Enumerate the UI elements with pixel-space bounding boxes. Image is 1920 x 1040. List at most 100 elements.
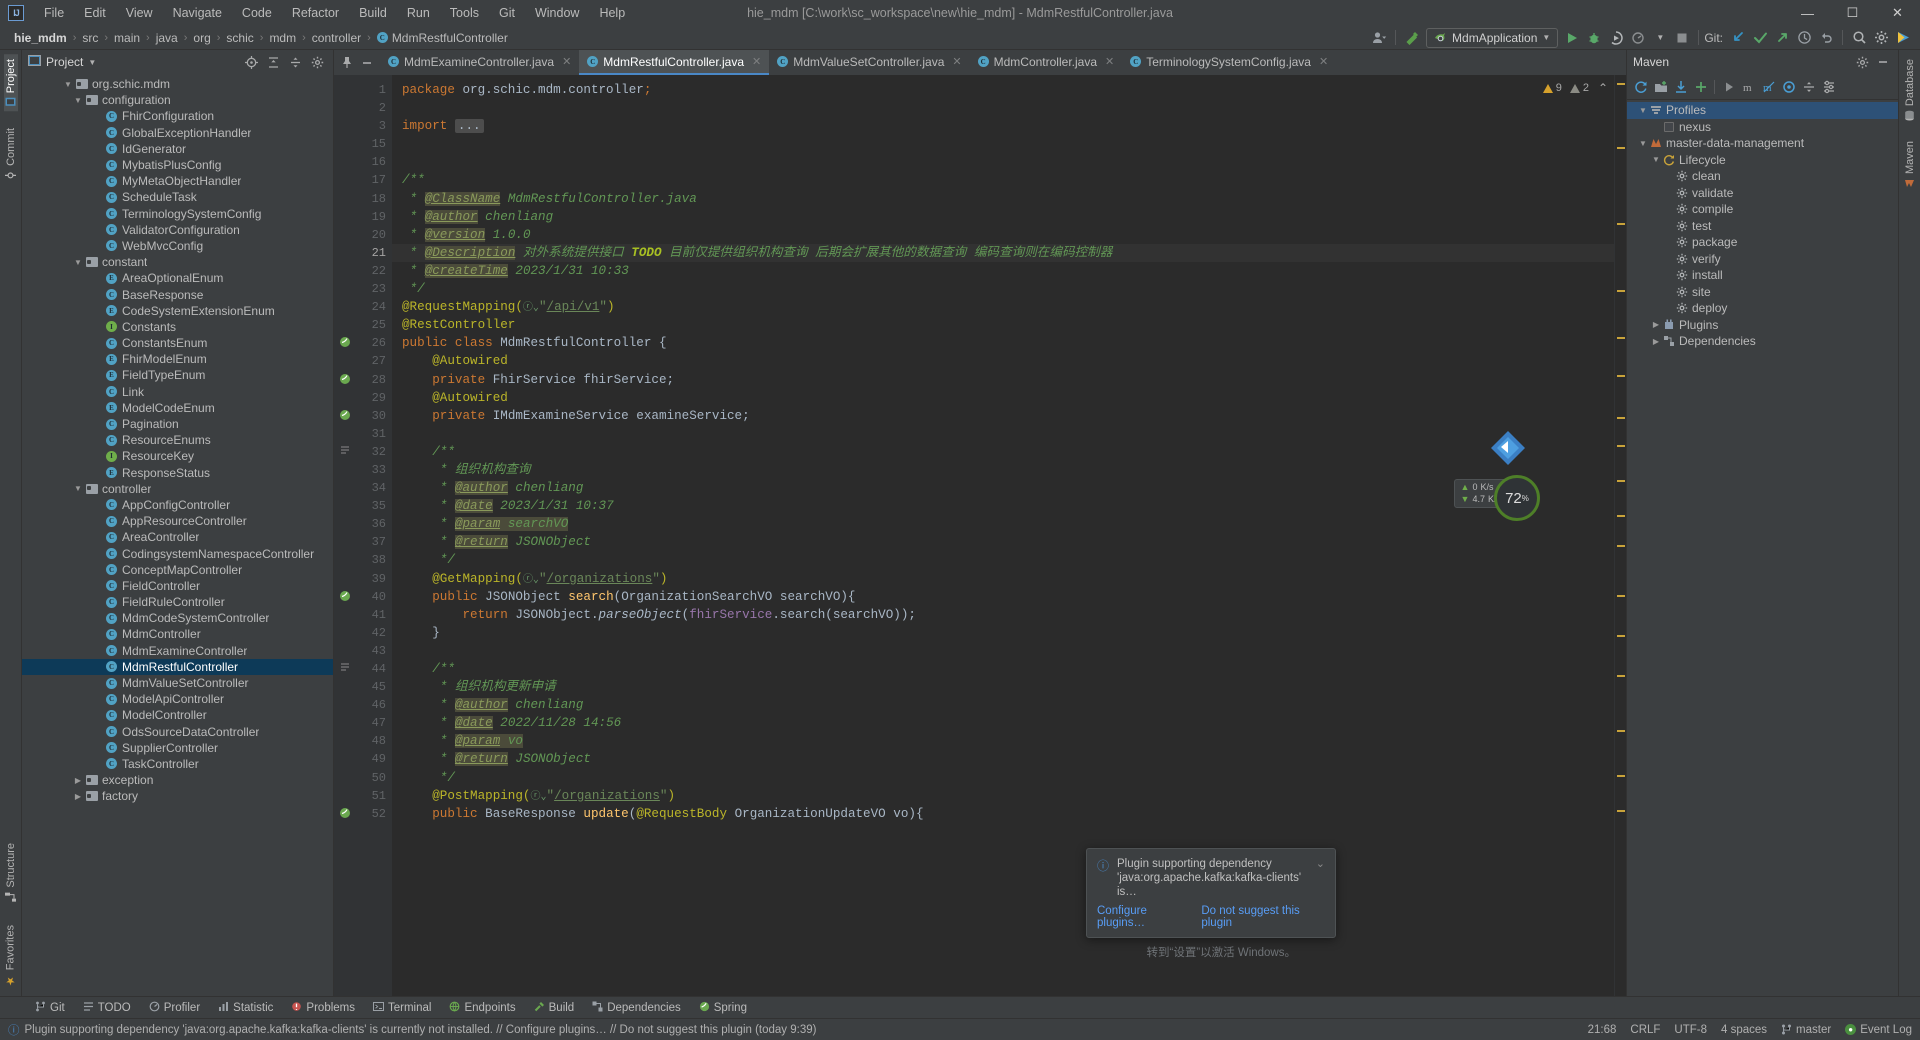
- chevron-down-icon[interactable]: ▼: [72, 96, 84, 105]
- code-line[interactable]: [392, 642, 1614, 660]
- maven-item[interactable]: ▼ master-data-management: [1627, 135, 1898, 152]
- status-message[interactable]: Plugin supporting dependency 'java:org.a…: [25, 1024, 817, 1036]
- tree-item[interactable]: C OdsSourceDataController: [22, 724, 333, 740]
- breadcrumb-item-src[interactable]: src: [78, 29, 102, 47]
- line-number[interactable]: 45: [334, 678, 392, 696]
- notification-popup[interactable]: ⓘ Plugin supporting dependency 'java:org…: [1086, 848, 1336, 938]
- code-line[interactable]: import ...: [392, 117, 1614, 135]
- rail-tab-database[interactable]: Database: [1903, 54, 1917, 126]
- chevron-down-icon[interactable]: ▼: [62, 80, 74, 89]
- code-line[interactable]: @RequestMapping(ⓡ⌄"/api/v1"): [392, 298, 1614, 316]
- spring-bean-icon[interactable]: [338, 409, 351, 422]
- code-line[interactable]: * @author chenliang: [392, 208, 1614, 226]
- line-number[interactable]: 33: [334, 461, 392, 479]
- code-line[interactable]: private IMdmExamineService examineServic…: [392, 407, 1614, 425]
- bottom-tab-problems[interactable]: Problems: [282, 999, 364, 1017]
- tree-item[interactable]: E FhirModelEnum: [22, 351, 333, 367]
- line-number[interactable]: 46: [334, 696, 392, 714]
- stripe-marker[interactable]: [1617, 290, 1625, 292]
- bottom-tab-terminal[interactable]: Terminal: [364, 999, 440, 1017]
- line-number[interactable]: 35: [334, 497, 392, 515]
- code-line[interactable]: * @date 2023/1/31 10:37: [392, 497, 1614, 515]
- search-icon[interactable]: [1848, 27, 1870, 49]
- line-number[interactable]: 21: [334, 244, 392, 262]
- maven-item[interactable]: ▶ Dependencies: [1627, 333, 1898, 350]
- chevron-down-icon[interactable]: ▼: [1637, 139, 1649, 148]
- push-icon[interactable]: [1771, 27, 1793, 49]
- code-line[interactable]: return JSONObject.parseObject(fhirServic…: [392, 606, 1614, 624]
- editor-tab[interactable]: C MdmExamineController.java ✕: [380, 50, 579, 75]
- maven-item[interactable]: ▼ Lifecycle: [1627, 152, 1898, 169]
- menu-window[interactable]: Window: [525, 3, 589, 23]
- line-number[interactable]: 43: [334, 642, 392, 660]
- stripe-marker[interactable]: [1617, 515, 1625, 517]
- tree-item[interactable]: C CodingsystemNamespaceController: [22, 545, 333, 561]
- line-number[interactable]: 1: [334, 81, 392, 99]
- breadcrumb-item-schic[interactable]: schic: [222, 29, 257, 47]
- breadcrumb-item-org[interactable]: org: [189, 29, 214, 47]
- tree-item[interactable]: C MybatisPlusConfig: [22, 157, 333, 173]
- toggle-offline-icon[interactable]: m: [1759, 77, 1778, 97]
- maven-item[interactable]: site: [1627, 284, 1898, 301]
- tree-item[interactable]: C MdmController: [22, 626, 333, 642]
- code-line[interactable]: /**: [392, 660, 1614, 678]
- breadcrumb-item-main[interactable]: main: [110, 29, 144, 47]
- gear-icon[interactable]: [307, 52, 327, 72]
- editor-tab[interactable]: C TerminologySystemConfig.java ✕: [1122, 50, 1336, 75]
- code-line[interactable]: */: [392, 280, 1614, 298]
- chevron-right-icon[interactable]: ▶: [72, 776, 84, 785]
- caret-position[interactable]: 21:68: [1588, 1024, 1617, 1036]
- tree-item[interactable]: ▼ constant: [22, 254, 333, 270]
- commit-icon[interactable]: [1749, 27, 1771, 49]
- expand-icon[interactable]: [1799, 77, 1818, 97]
- line-number[interactable]: 44⊟: [334, 660, 400, 678]
- code-line[interactable]: @RestController: [392, 316, 1614, 334]
- code-line[interactable]: * @param vo: [392, 732, 1614, 750]
- tree-item[interactable]: C FieldController: [22, 578, 333, 594]
- refresh-icon[interactable]: [1631, 77, 1650, 97]
- project-tree[interactable]: ▼ org.schic.mdm ▼ configuration C FhirConfigu…: [22, 74, 333, 996]
- stripe-marker[interactable]: [1617, 147, 1625, 149]
- line-number[interactable]: 18: [334, 190, 392, 208]
- tree-item[interactable]: C ModelController: [22, 707, 333, 723]
- javadoc-icon[interactable]: [338, 662, 351, 675]
- tree-item[interactable]: C SupplierController: [22, 740, 333, 756]
- stripe-marker[interactable]: [1617, 635, 1625, 637]
- tree-item[interactable]: C ConstantsEnum: [22, 335, 333, 351]
- line-number[interactable]: 20: [334, 226, 392, 244]
- maven-item[interactable]: package: [1627, 234, 1898, 251]
- minimize-icon[interactable]: [1873, 52, 1892, 72]
- line-number[interactable]: 50⊟: [334, 769, 400, 787]
- line-number[interactable]: 27: [334, 352, 392, 370]
- line-number[interactable]: 48: [334, 732, 392, 750]
- code-line[interactable]: @Autowired: [392, 352, 1614, 370]
- line-number[interactable]: 42⊟: [334, 624, 400, 642]
- stripe-marker[interactable]: [1617, 223, 1625, 225]
- tree-item[interactable]: C AppResourceController: [22, 513, 333, 529]
- rail-tab-structure[interactable]: Structure: [4, 838, 18, 908]
- code-line[interactable]: }: [392, 624, 1614, 642]
- line-number[interactable]: 51: [334, 787, 392, 805]
- tree-item[interactable]: I ResourceKey: [22, 448, 333, 464]
- code-line[interactable]: * @param searchVO: [392, 515, 1614, 533]
- line-number[interactable]: 23⊟: [334, 280, 400, 298]
- breadcrumb-item-mdm[interactable]: mdm: [265, 29, 300, 47]
- bottom-tab-profiler[interactable]: Profiler: [140, 999, 209, 1017]
- code-line[interactable]: [392, 153, 1614, 171]
- tree-item[interactable]: C MdmCodeSystemController: [22, 610, 333, 626]
- line-number[interactable]: 16: [334, 153, 392, 171]
- code-line[interactable]: */: [392, 551, 1614, 569]
- code-line[interactable]: * @return JSONObject: [392, 750, 1614, 768]
- file-encoding[interactable]: UTF-8: [1674, 1024, 1707, 1036]
- profile-icon[interactable]: [1627, 27, 1649, 49]
- menu-edit[interactable]: Edit: [74, 3, 116, 23]
- configure-plugins-link[interactable]: Configure plugins…: [1097, 905, 1191, 929]
- gear-icon[interactable]: [1870, 27, 1892, 49]
- rollback-icon[interactable]: [1815, 27, 1837, 49]
- bottom-tab-statistic[interactable]: Statistic: [209, 999, 282, 1017]
- maven-item[interactable]: nexus: [1627, 119, 1898, 136]
- stripe-marker[interactable]: [1617, 810, 1625, 812]
- close-icon[interactable]: ✕: [1105, 55, 1114, 68]
- line-number[interactable]: 30: [334, 407, 392, 425]
- tree-item[interactable]: C TerminologySystemConfig: [22, 206, 333, 222]
